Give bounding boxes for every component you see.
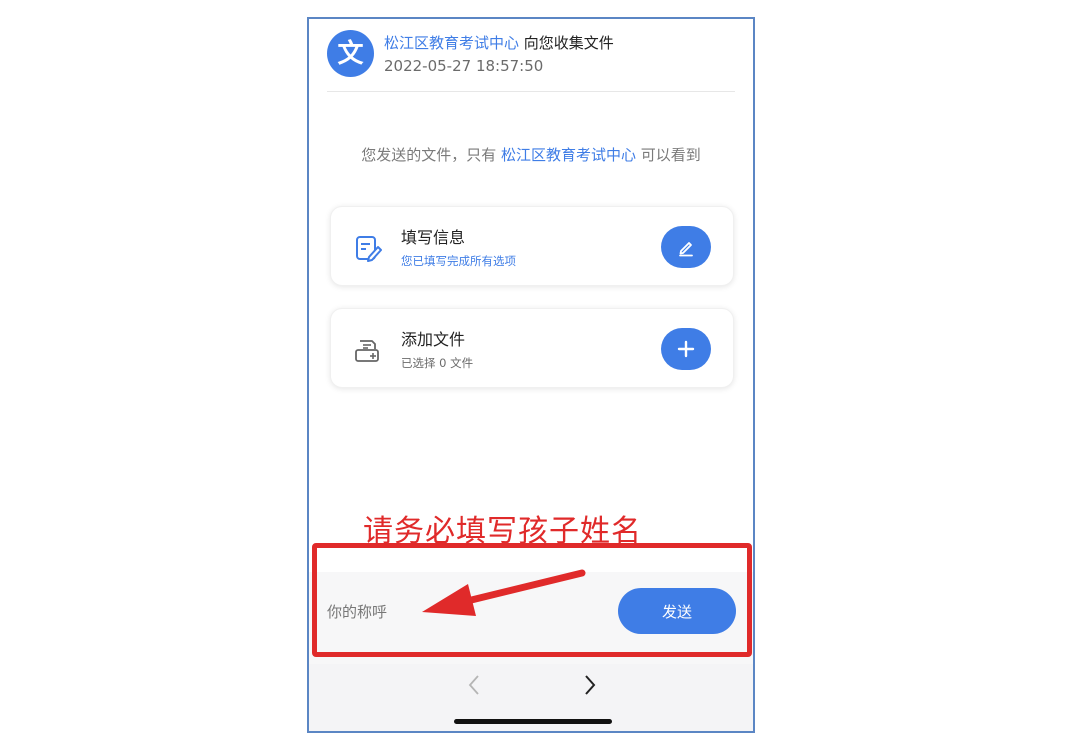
edit-info-button[interactable] [661, 226, 711, 268]
nickname-input[interactable] [327, 594, 577, 630]
browser-back-button[interactable] [459, 670, 489, 700]
header-divider [327, 91, 735, 92]
phone-screen: 文 松江区教育考试中心 向您收集文件 2022-05-27 18:57:50 您… [307, 17, 755, 733]
fill-info-card[interactable]: 填写信息 您已填写完成所有选项 [330, 206, 734, 286]
send-button[interactable]: 发送 [618, 588, 736, 634]
notice-suffix: 可以看到 [636, 146, 701, 164]
collector-avatar: 文 [327, 30, 374, 77]
sender-line: 松江区教育考试中心 向您收集文件 [384, 32, 614, 53]
collection-header: 文 松江区教育考试中心 向您收集文件 2022-05-27 18:57:50 [309, 19, 753, 93]
notice-recipient: 松江区教育考试中心 [500, 146, 636, 164]
card-subtitle: 已选择 0 文件 [401, 356, 474, 370]
plus-icon [677, 340, 695, 358]
card-title: 添加文件 [401, 330, 466, 349]
wen-logo-icon: 文 [337, 38, 364, 69]
browser-bottom-area: 发送 [309, 572, 753, 731]
send-bar: 发送 [309, 572, 753, 664]
browser-forward-button[interactable] [575, 670, 605, 700]
home-indicator [454, 719, 612, 724]
chevron-right-icon [585, 675, 596, 695]
card-title: 填写信息 [401, 228, 466, 247]
annotation-text: 请务必填写孩子姓名 [363, 514, 642, 549]
add-file-icon [355, 340, 379, 362]
pencil-icon [679, 242, 693, 257]
form-edit-icon [356, 236, 382, 262]
chevron-left-icon [468, 675, 479, 695]
request-timestamp: 2022-05-27 18:57:50 [384, 57, 544, 75]
privacy-notice: 您发送的文件，只有 松江区教育考试中心 可以看到 [339, 146, 723, 165]
request-text: 向您收集文件 [519, 34, 614, 52]
notice-prefix: 您发送的文件，只有 [361, 146, 501, 164]
card-subtitle: 您已填写完成所有选项 [401, 254, 516, 268]
sender-name[interactable]: 松江区教育考试中心 [384, 34, 519, 52]
add-file-button[interactable] [661, 328, 711, 370]
add-file-card[interactable]: 添加文件 已选择 0 文件 [330, 308, 734, 388]
